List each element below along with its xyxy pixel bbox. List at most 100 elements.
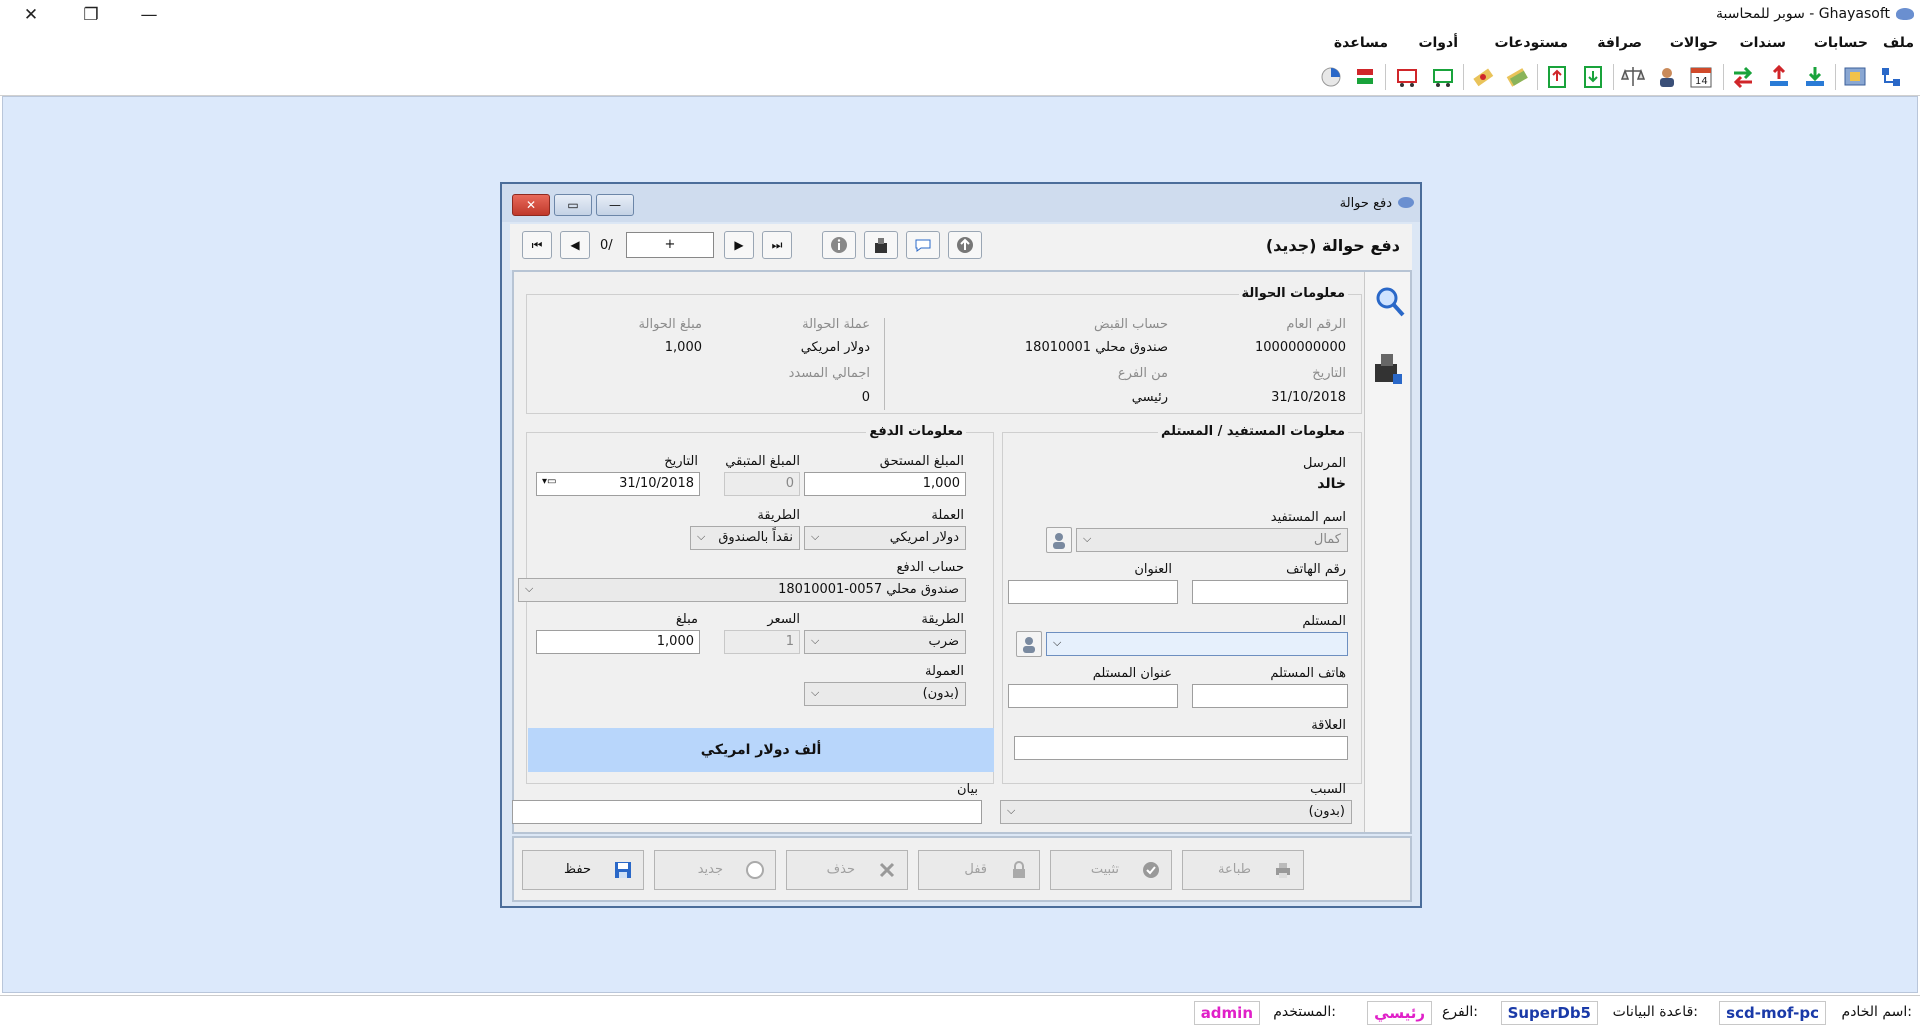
receipt-account-value: 18010001 صندوق محلي: [1024, 340, 1168, 355]
menu-accounts[interactable]: حسابات: [1814, 35, 1868, 51]
operation-select[interactable]: ⌵ ضرب: [804, 630, 966, 654]
method-select[interactable]: ⌵ نقداً بالصندوق: [690, 526, 800, 550]
new-button[interactable]: جديد: [654, 850, 776, 890]
toolbar: 14: [0, 58, 1920, 96]
window-minimize-button[interactable]: —: [596, 194, 634, 216]
from-branch-value: رئيسي: [1131, 390, 1168, 405]
search-icon[interactable]: [1373, 284, 1405, 320]
title-bar: ✕ ❐ — سوبر للمحاسبة - Ghayasoft: [0, 0, 1920, 30]
panel-icon[interactable]: [1842, 64, 1868, 90]
receiver-phone-input[interactable]: [1192, 684, 1348, 708]
payment-date-label: التاريخ: [664, 454, 698, 469]
reason-select[interactable]: ⌵ (بدون): [1000, 800, 1352, 824]
phone-input[interactable]: [1192, 580, 1348, 604]
relation-label: العلاقة: [1311, 718, 1346, 733]
window-title: دفع حوالة: [1339, 196, 1392, 211]
download-icon[interactable]: [1802, 64, 1828, 90]
sender-label: المرسل: [1303, 456, 1346, 471]
next-record-button[interactable]: ▶: [724, 231, 754, 259]
method-label: الطريقة: [757, 508, 800, 523]
menu-help[interactable]: مساعدة: [1334, 35, 1388, 51]
minimize-window-button[interactable]: —: [120, 0, 178, 30]
amount-input[interactable]: 1,000: [536, 630, 700, 654]
app-logo-icon: [1896, 8, 1914, 20]
calendar-icon[interactable]: 14: [1688, 64, 1714, 90]
form-heading: دفع حوالة (جديد): [1265, 236, 1400, 255]
tree-icon[interactable]: [1878, 64, 1904, 90]
server-value: scd-mof-pc: [1719, 1001, 1826, 1025]
menu-file[interactable]: ملف: [1883, 35, 1914, 51]
lock-button[interactable]: قفل: [918, 850, 1040, 890]
cheques-icon[interactable]: [1504, 64, 1530, 90]
scale-icon[interactable]: [1620, 64, 1646, 90]
scanner-icon[interactable]: [1371, 350, 1405, 390]
cart-out-icon[interactable]: [1394, 64, 1420, 90]
delete-button[interactable]: حذف: [786, 850, 908, 890]
pie-chart-icon[interactable]: [1318, 64, 1344, 90]
info-button[interactable]: [822, 231, 856, 259]
receiver-select[interactable]: ⌵: [1046, 632, 1348, 656]
upload-circle-icon[interactable]: [948, 231, 982, 259]
window-restore-button[interactable]: ▭: [554, 194, 592, 216]
record-number-input[interactable]: +: [626, 232, 714, 258]
previous-record-button[interactable]: ◀: [560, 231, 590, 259]
menu-vouchers[interactable]: سندات: [1740, 35, 1786, 51]
comments-icon[interactable]: [906, 231, 940, 259]
operation-label: الطريقة: [921, 612, 964, 627]
note-input[interactable]: [512, 800, 982, 824]
window-header: دفع حوالة (جديد) ⏮ ◀ 0/ + ▶ ⏭: [510, 224, 1412, 270]
note-label: بيان: [956, 782, 978, 797]
post-button[interactable]: تثبيت: [1050, 850, 1172, 890]
due-amount-input[interactable]: 1,000: [804, 472, 966, 496]
transfer-amount-value: 1,000: [664, 340, 702, 355]
beneficiary-person-icon[interactable]: [1046, 527, 1072, 553]
amount-in-words: ألف دولار امريكي: [528, 728, 994, 772]
currency-select[interactable]: ⌵ دولار امريكي: [804, 526, 966, 550]
database-label: قاعدة البيانات:: [1612, 1004, 1698, 1020]
relation-input[interactable]: [1014, 736, 1348, 760]
users-icon[interactable]: [1654, 64, 1680, 90]
window-close-button[interactable]: ✕: [512, 194, 550, 216]
menu-transfers[interactable]: حوالات: [1670, 35, 1718, 51]
branch-value: رئيسي: [1367, 1001, 1432, 1025]
attachment-icon[interactable]: [864, 231, 898, 259]
date-label: التاريخ: [1312, 366, 1346, 381]
cart-in-icon[interactable]: [1430, 64, 1456, 90]
save-button[interactable]: حفظ: [522, 850, 644, 890]
payment-account-select[interactable]: ⌵ 18010001-0057 صندوق محلي: [518, 578, 966, 602]
bills-icon[interactable]: [1470, 64, 1496, 90]
receiver-phone-label: هاتف المستلم: [1270, 666, 1346, 681]
commission-select[interactable]: ⌵ (بدون): [804, 682, 966, 706]
restore-window-button[interactable]: ❐: [62, 0, 120, 30]
address-label: العنوان: [1134, 562, 1172, 577]
due-amount-label: المبلغ المستحق: [879, 454, 964, 469]
form-body: معلومات الحوالة الرقم العام 10000000000 …: [512, 270, 1412, 834]
close-window-button[interactable]: ✕: [2, 0, 60, 30]
beneficiary-name-select[interactable]: ⌵ كمال: [1076, 528, 1348, 552]
transfer-currency-label: عملة الحوالة: [802, 317, 870, 332]
payment-date-picker[interactable]: ▾▭ 31/10/2018: [536, 472, 700, 496]
address-input[interactable]: [1008, 580, 1178, 604]
transfer-info-divider: [884, 318, 885, 410]
beneficiary-name-label: اسم المستفيد: [1270, 510, 1346, 525]
payment-account-label: حساب الدفع: [896, 560, 965, 575]
rate-input: 1: [724, 630, 800, 654]
menu-exchange[interactable]: صرافة: [1597, 35, 1642, 51]
last-record-button[interactable]: ⏭: [762, 231, 792, 259]
receiver-person-icon[interactable]: [1016, 631, 1042, 657]
window-logo-icon: [1398, 197, 1414, 208]
receiver-address-input[interactable]: [1008, 684, 1178, 708]
transfer-amount-label: مبلغ الحوالة: [638, 317, 702, 332]
export-doc-icon[interactable]: [1544, 64, 1570, 90]
import-doc-icon[interactable]: [1580, 64, 1606, 90]
print-button[interactable]: طباعة: [1182, 850, 1304, 890]
menu-warehouses[interactable]: مستودعات: [1495, 35, 1568, 51]
exchange-arrows-icon[interactable]: [1730, 64, 1756, 90]
rate-label: السعر: [767, 612, 800, 627]
upload-icon[interactable]: [1766, 64, 1792, 90]
currency-label: العملة: [931, 508, 964, 523]
menu-tools[interactable]: أدوات: [1418, 35, 1458, 51]
first-record-button[interactable]: ⏮: [522, 231, 552, 259]
user-label: المستخدم:: [1273, 1004, 1336, 1020]
transfer-flag-icon[interactable]: [1352, 64, 1378, 90]
